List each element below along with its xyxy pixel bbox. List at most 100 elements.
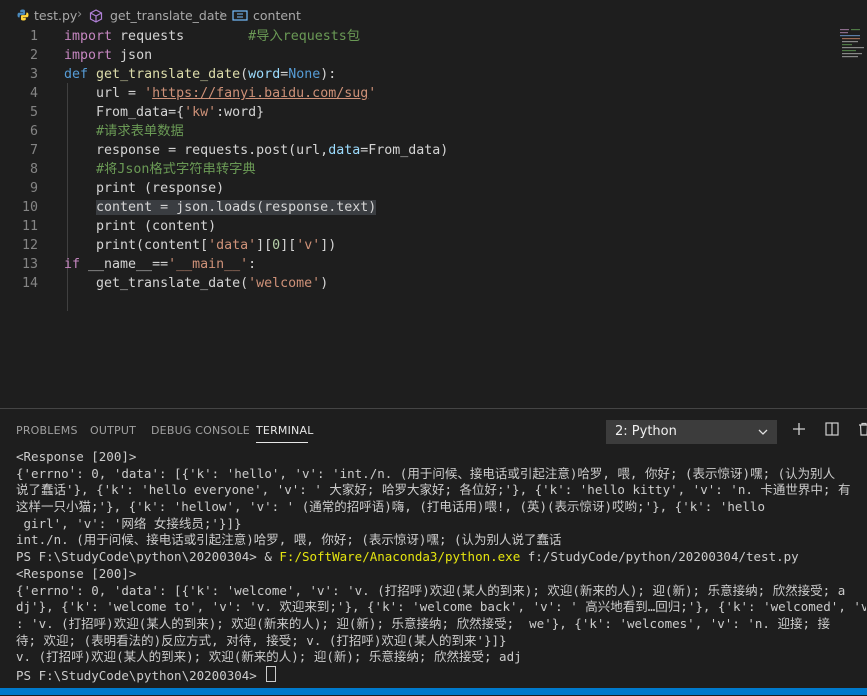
code-line[interactable]: 2 import json bbox=[0, 46, 840, 65]
line-number: 9 bbox=[29, 181, 38, 196]
python-file-icon bbox=[17, 9, 29, 21]
chevron-down-icon bbox=[758, 429, 768, 435]
breadcrumb-function[interactable]: get_translate_date bbox=[110, 8, 227, 23]
terminal-line: {'errno': 0, 'data': [{'k': 'welcome', '… bbox=[16, 582, 846, 598]
terminal-output[interactable]: <Response [200]> {'errno': 0, 'data': [{… bbox=[16, 449, 866, 683]
code-line[interactable]: 13 if __name__=='__main__': bbox=[0, 255, 840, 274]
code-line[interactable]: 7 response = requests.post(url,data=From… bbox=[0, 141, 840, 160]
terminal-select[interactable]: 2: Python bbox=[606, 420, 777, 444]
code-token: #导入requests包 bbox=[248, 29, 361, 44]
code-token: 'welcome' bbox=[248, 276, 321, 291]
tab-problems[interactable]: PROBLEMS bbox=[16, 424, 78, 437]
code-token: ( bbox=[240, 67, 249, 82]
code-token: get_translate_date bbox=[96, 67, 241, 82]
code-token: if bbox=[64, 257, 81, 272]
line-number: 6 bbox=[29, 124, 38, 139]
code-line[interactable]: 12 print(content['data'][0]['v']) bbox=[0, 236, 840, 255]
line-number: 5 bbox=[29, 105, 38, 120]
minimap[interactable] bbox=[838, 28, 866, 58]
terminal-script-arg: f:/StudyCode/python/20200304/test.py bbox=[520, 549, 799, 565]
trash-icon[interactable] bbox=[856, 421, 867, 437]
code-text: get_translate_date('welcome') bbox=[64, 274, 328, 293]
code-token: requests bbox=[112, 29, 185, 44]
line-number: 2 bbox=[29, 48, 38, 63]
code-token: ]) bbox=[320, 238, 337, 253]
code-line[interactable]: 9 print (response) bbox=[0, 179, 840, 198]
code-editor[interactable]: 1 import requests #导入requests包 2 import jso… bbox=[0, 26, 867, 326]
line-number: 8 bbox=[29, 162, 38, 177]
code-token: ][ bbox=[256, 238, 273, 253]
line-number: 11 bbox=[21, 219, 38, 234]
code-line[interactable]: 10 content = json.loads(response.text) bbox=[0, 198, 840, 217]
line-number: 4 bbox=[29, 86, 38, 101]
code-token: ) bbox=[320, 276, 329, 291]
code-text: import requests #导入requests包 bbox=[64, 27, 360, 46]
code-text: #请求表单数据 bbox=[64, 122, 184, 141]
code-line[interactable]: 5 From_data={'kw':word} bbox=[0, 103, 840, 122]
active-tab-indicator bbox=[256, 442, 308, 443]
code-token: 'kw' bbox=[184, 105, 217, 120]
code-text: import json bbox=[64, 46, 152, 65]
chevron-right-icon: › bbox=[219, 7, 225, 22]
tab-debug-console[interactable]: DEBUG CONSOLE bbox=[151, 424, 250, 437]
line-number: 1 bbox=[29, 29, 38, 44]
code-token: print (response) bbox=[64, 181, 225, 196]
code-token: '__main__' bbox=[168, 257, 249, 272]
code-text: if __name__=='__main__': bbox=[64, 255, 256, 274]
code-text: print (content) bbox=[64, 217, 216, 236]
code-token: response = requests.post(url, bbox=[64, 143, 329, 158]
line-number: 3 bbox=[29, 67, 38, 82]
line-number: 14 bbox=[21, 276, 38, 291]
code-line[interactable]: 14 get_translate_date('welcome') bbox=[0, 274, 840, 293]
code-line[interactable]: 8 #将Json格式字符串转字典 bbox=[0, 160, 840, 179]
code-token: print(content[ bbox=[64, 238, 209, 253]
new-terminal-icon[interactable] bbox=[791, 421, 807, 437]
terminal-line: 说了蠢话'}, {'k': 'hello everyone', 'v': ' 大… bbox=[16, 482, 851, 498]
terminal-line: 这样一只小猫;'}, {'k': 'hellow', 'v': ' (通常的招呼… bbox=[16, 499, 765, 515]
code-line[interactable]: 11 print (content) bbox=[0, 217, 840, 236]
code-line[interactable]: 4 url = 'https://fanyi.baidu.com/sug' bbox=[0, 84, 840, 103]
split-terminal-icon[interactable] bbox=[824, 421, 840, 437]
code-text: response = requests.post(url,data=From_d… bbox=[64, 141, 448, 160]
breadcrumb-symbol[interactable]: content bbox=[253, 8, 301, 23]
code-token: url = bbox=[64, 86, 145, 101]
terminal-select-value: 2: Python bbox=[615, 424, 677, 439]
terminal-line: v. (打招呼)欢迎(某人的到来); 欢迎(新来的人); 迎(新); 乐意接纳;… bbox=[16, 649, 522, 665]
code-token: : bbox=[248, 257, 257, 272]
code-line[interactable]: 6 #请求表单数据 bbox=[0, 122, 840, 141]
terminal-line: <Response [200]> bbox=[16, 449, 137, 464]
line-number: 13 bbox=[21, 257, 38, 272]
code-text: From_data={'kw':word} bbox=[64, 103, 264, 122]
method-cube-icon bbox=[89, 9, 103, 23]
terminal-line: girl', 'v': '网络 女接线员;'}]} bbox=[16, 515, 242, 531]
line-number: 10 bbox=[21, 200, 38, 215]
terminal-line: <Response [200]> bbox=[16, 565, 137, 581]
code-token: import bbox=[64, 29, 113, 44]
code-token: 'data' bbox=[208, 238, 257, 253]
terminal-prompt: PS F:\StudyCode\python\20200304> bbox=[16, 667, 265, 683]
chevron-right-icon: › bbox=[77, 7, 83, 22]
code-token: From_data={ bbox=[64, 105, 185, 120]
line-number: 7 bbox=[29, 143, 38, 158]
terminal-prompt-line: PS F:\StudyCode\python\20200304> bbox=[16, 665, 866, 683]
code-token: def bbox=[64, 67, 89, 82]
status-bar bbox=[0, 688, 867, 695]
terminal-exe-path: F:/SoftWare/Anaconda3/python.exe bbox=[279, 549, 521, 565]
tab-terminal[interactable]: TERMINAL bbox=[256, 424, 314, 437]
indent-guide bbox=[67, 292, 68, 311]
code-line[interactable]: 3 def get_translate_date(word=None): bbox=[0, 65, 840, 84]
code-token: json bbox=[112, 48, 153, 63]
code-token: ' bbox=[368, 86, 377, 101]
line-number: 12 bbox=[21, 238, 38, 253]
code-line[interactable]: 1 import requests #导入requests包 bbox=[0, 27, 840, 46]
terminal-prompt: PS F:\StudyCode\python\20200304> & bbox=[16, 549, 280, 565]
tab-output[interactable]: OUTPUT bbox=[90, 424, 136, 437]
code-token: import bbox=[64, 48, 113, 63]
code-token: #将Json格式字符串转字典 bbox=[96, 162, 256, 177]
code-token: content = json.loads(response.text) bbox=[64, 200, 377, 215]
breadcrumb-file[interactable]: test.py bbox=[34, 8, 77, 23]
terminal-line: {'errno': 0, 'data': [{'k': 'hello', 'v'… bbox=[16, 465, 836, 481]
